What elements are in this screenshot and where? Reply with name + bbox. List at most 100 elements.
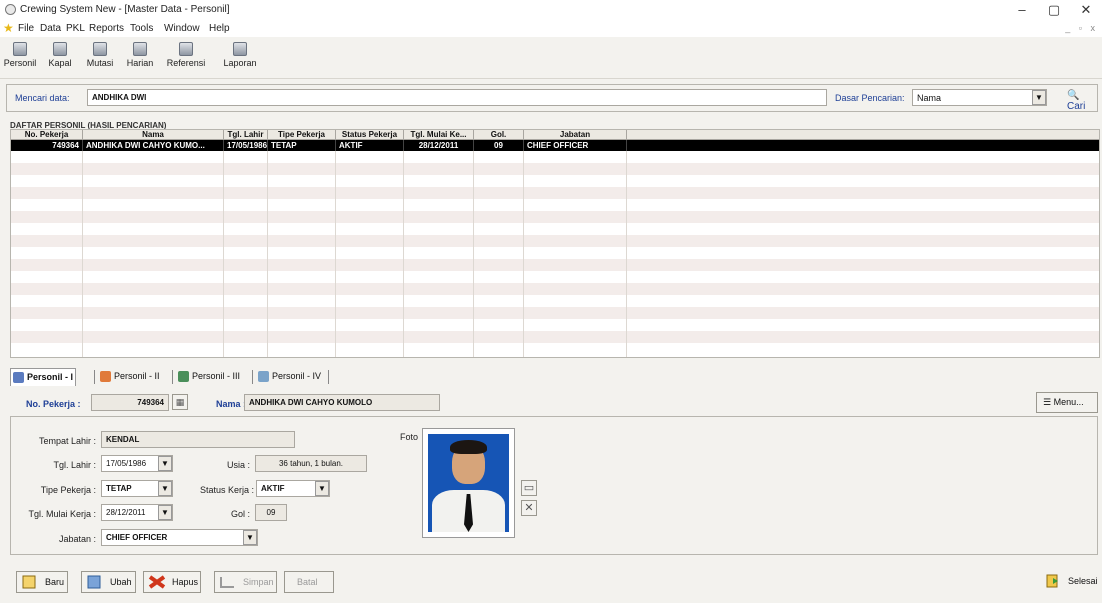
baru-label: Baru [45, 577, 65, 587]
grid-line [335, 140, 336, 357]
toolbar-label: Laporan [223, 58, 257, 68]
title-bar: Crewing System New - [Master Data - Pers… [0, 0, 1102, 20]
menu-help[interactable]: Help [209, 23, 230, 34]
tab-label: Personil - III [192, 371, 241, 381]
search-basis-label: Dasar Pencarian: [835, 93, 905, 103]
chevron-down-icon[interactable]: ▼ [158, 505, 172, 520]
tgl-lahir-label: Tgl. Lahir : [53, 460, 96, 470]
grid-stripe [11, 163, 1099, 175]
menu-button-label: Menu... [1053, 397, 1084, 407]
grid-stripe [11, 331, 1099, 343]
jabatan-label: Jabatan : [58, 534, 96, 544]
tab-separator [94, 370, 95, 384]
cari-button[interactable]: 🔍 Cari [1067, 90, 1097, 112]
hapus-button[interactable]: Hapus [143, 571, 201, 593]
tipe-pekerja-label: Tipe Pekerja : [40, 485, 96, 495]
menu-data[interactable]: Data [40, 23, 61, 34]
toolbar-label: Referensi [166, 58, 206, 68]
cell-tgl-lahir: 17/05/1986 [224, 140, 268, 151]
chevron-down-icon[interactable]: ▼ [158, 481, 172, 496]
tempat-lahir-label: Tempat Lahir : [38, 436, 96, 446]
tab-personil-3[interactable]: Personil - III [176, 368, 242, 386]
table-row[interactable]: 749364 ANDHIKA DWI CAHYO KUMO... 17/05/1… [11, 140, 1099, 151]
simpan-label: Simpan [243, 577, 274, 587]
tab-personil-4[interactable]: Personil - IV [256, 368, 323, 386]
cell-tgl-mulai: 28/12/2011 [404, 140, 474, 151]
chevron-down-icon[interactable]: ▼ [315, 481, 329, 496]
toolbar-kapal-button[interactable]: Kapal [40, 39, 80, 77]
open-folder-icon[interactable]: ▭ [521, 480, 537, 496]
personil-grid[interactable]: No. Pekerja Nama Tgl. Lahir Tipe Pekerja… [10, 129, 1100, 358]
tab-personil-1[interactable]: Personil - I [10, 368, 77, 386]
grid-line [403, 140, 404, 357]
jabatan-select[interactable]: CHIEF OFFICER [101, 529, 258, 546]
cell-nama: ANDHIKA DWI CAHYO KUMO... [83, 140, 224, 151]
grid-line [626, 140, 627, 357]
toolbar-label: Harian [126, 58, 154, 68]
calculator-icon[interactable]: ▦ [172, 394, 188, 410]
grid-stripe [11, 259, 1099, 271]
col-header[interactable]: Gol. [474, 130, 524, 140]
toolbar-harian-button[interactable]: Harian [120, 39, 160, 77]
gol-label: Gol : [230, 509, 250, 519]
harian-icon [133, 42, 147, 56]
chevron-down-icon[interactable]: ▼ [1032, 90, 1046, 105]
search-input[interactable]: ANDHIKA DWI [87, 89, 827, 106]
col-header[interactable]: Tgl. Mulai Ke... [404, 130, 474, 140]
menu-pkl[interactable]: PKL [66, 23, 85, 34]
clear-photo-icon[interactable]: ✕ [521, 500, 537, 516]
gol-field: 09 [255, 504, 287, 521]
search-basis-select[interactable]: Nama [912, 89, 1047, 106]
maximize-button[interactable]: ▢ [1040, 1, 1068, 19]
col-header[interactable]: No. Pekerja [11, 130, 83, 140]
tab-label: Personil - IV [272, 371, 322, 381]
close-button[interactable]: ✕ [1072, 1, 1100, 19]
favorites-star-icon[interactable]: ★ [3, 21, 14, 35]
toolbar-laporan-button[interactable]: Laporan [220, 39, 260, 77]
personil-icon [13, 42, 27, 56]
batal-button[interactable]: Batal [284, 571, 334, 593]
selesai-button[interactable]: Selesai [1040, 571, 1100, 593]
ubah-button[interactable]: Ubah [81, 571, 136, 593]
personnel-photo [428, 434, 509, 532]
toolbar-label: Mutasi [86, 58, 114, 68]
toolbar-mutasi-button[interactable]: Mutasi [80, 39, 120, 77]
usia-field: 36 tahun, 1 bulan. [255, 455, 367, 472]
minimize-button[interactable]: – [1008, 1, 1036, 19]
nama-field[interactable]: ANDHIKA DWI CAHYO KUMOLO [244, 394, 440, 411]
edit-icon [87, 575, 101, 589]
col-header[interactable]: Tipe Pekerja [268, 130, 336, 140]
referensi-icon [179, 42, 193, 56]
menu-button[interactable]: ☰ Menu... [1036, 392, 1098, 413]
toolbar-personil-button[interactable]: Personil [0, 39, 40, 77]
grid-stripe [11, 307, 1099, 319]
mdi-window-controls[interactable]: _ ▫ x [1065, 23, 1098, 33]
menu-window[interactable]: Window [164, 23, 200, 34]
tempat-lahir-field[interactable]: KENDAL [101, 431, 295, 448]
menu-reports[interactable]: Reports [89, 23, 124, 34]
search-label: Mencari data: [15, 93, 70, 103]
usia-label: Usia : [226, 460, 250, 470]
baru-button[interactable]: Baru [16, 571, 68, 593]
grid-line [82, 140, 83, 357]
tab-separator [328, 370, 329, 384]
mutasi-icon [93, 42, 107, 56]
toolbar-referensi-button[interactable]: Referensi [166, 39, 206, 77]
app-icon [5, 4, 16, 15]
col-header[interactable]: Status Pekerja [336, 130, 404, 140]
delete-icon [148, 575, 166, 589]
menu-file[interactable]: File [18, 23, 34, 34]
chevron-down-icon[interactable]: ▼ [243, 530, 257, 545]
tab-label: Personil - II [114, 371, 160, 381]
chevron-down-icon[interactable]: ▼ [158, 456, 172, 471]
col-header[interactable]: Nama [83, 130, 224, 140]
no-pekerja-field[interactable]: 749364 [91, 394, 169, 411]
person-icon [13, 372, 24, 383]
simpan-button[interactable]: Simpan [214, 571, 277, 593]
tab-personil-2[interactable]: Personil - II [98, 368, 162, 386]
col-header[interactable]: Jabatan [524, 130, 627, 140]
menu-tools[interactable]: Tools [130, 23, 153, 34]
cell-no-pekerja: 749364 [11, 140, 83, 151]
group-icon [178, 371, 189, 382]
col-header[interactable]: Tgl. Lahir [224, 130, 268, 140]
